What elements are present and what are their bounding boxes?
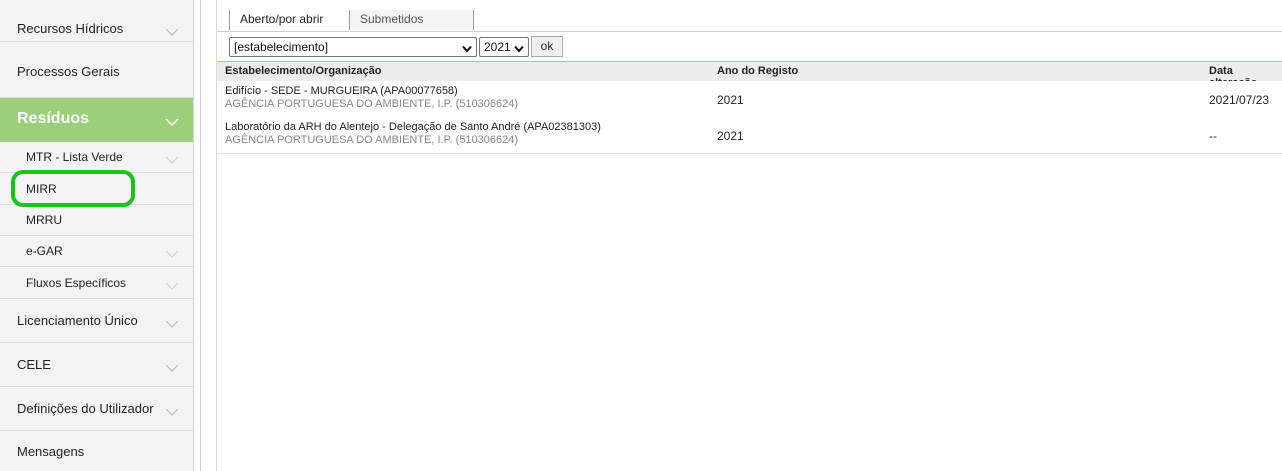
sidebar-item-label: MRRU bbox=[26, 213, 62, 227]
chevron-down-icon bbox=[165, 282, 179, 296]
sidebar-item-label: Recursos Hídricos bbox=[17, 21, 124, 36]
table-header: Estabelecimento/Organização Ano do Regis… bbox=[217, 61, 1282, 89]
divider bbox=[200, 0, 201, 471]
sidebar-item-mensagens[interactable]: Mensagens bbox=[0, 431, 193, 471]
sidebar-item-residuos[interactable]: Resíduos bbox=[0, 98, 193, 142]
sidebar-item-label: Resíduos bbox=[17, 110, 90, 127]
row-organization: AGÊNCIA PORTUGUESA DO AMBIENTE, I.P. (51… bbox=[225, 98, 519, 110]
chevron-down-icon bbox=[165, 28, 179, 42]
sidebar-item-recursos-hidricos[interactable]: Recursos Hídricos bbox=[0, 0, 193, 42]
filter-bar: [estabelecimento] 2021 ok bbox=[217, 31, 1282, 62]
highlight-annotation bbox=[11, 170, 135, 207]
sidebar-item-label: MTR - Lista Verde bbox=[26, 150, 123, 164]
sidebar-item-label: Mensagens bbox=[17, 444, 85, 459]
column-header-ano[interactable]: Ano do Registo bbox=[717, 65, 798, 77]
row-date: 2021/07/23 bbox=[1209, 93, 1270, 107]
sidebar-item-label: CELE bbox=[17, 357, 51, 372]
row-year: 2021 bbox=[717, 129, 744, 143]
sidebar-item-definicoes-do-utilizador[interactable]: Definições do Utilizador bbox=[0, 387, 193, 431]
chevron-down-icon bbox=[165, 118, 179, 132]
year-select-value: 2021 bbox=[484, 40, 511, 54]
sidebar-item-label: Processos Gerais bbox=[17, 64, 120, 79]
sidebar-item-label: Definições do Utilizador bbox=[17, 401, 154, 416]
column-header-estabelecimento[interactable]: Estabelecimento/Organização bbox=[225, 65, 382, 77]
year-select[interactable]: 2021 bbox=[479, 37, 529, 57]
chevron-down-icon bbox=[165, 364, 179, 378]
sidebar-item-mrru[interactable]: MRRU bbox=[0, 205, 193, 236]
tab-submetidos[interactable]: Submetidos bbox=[349, 10, 474, 30]
establishment-select-value: [estabelecimento] bbox=[234, 40, 329, 54]
sidebar-item-licenciamento-unico[interactable]: Licenciamento Único bbox=[0, 299, 193, 343]
row-date: -- bbox=[1209, 129, 1217, 143]
sidebar-item-e-gar[interactable]: e-GAR bbox=[0, 236, 193, 267]
chevron-down-icon bbox=[514, 42, 524, 56]
main-content: Aberto/por abrir Submetidos [estabelecim… bbox=[216, 0, 1282, 471]
table-row[interactable]: Laboratório da ARH do Alentejo - Delegaç… bbox=[217, 117, 1282, 154]
sidebar-item-fluxos-especificos[interactable]: Fluxos Específicos bbox=[0, 267, 193, 299]
sidebar-item-label: Licenciamento Único bbox=[17, 313, 138, 328]
sidebar-item-label: e-GAR bbox=[26, 244, 63, 258]
sidebar-item-processos-gerais[interactable]: Processos Gerais bbox=[0, 42, 193, 98]
row-year: 2021 bbox=[717, 93, 744, 107]
chevron-down-icon bbox=[165, 250, 179, 264]
establishment-select[interactable]: [estabelecimento] bbox=[229, 37, 477, 57]
sidebar: Recursos Hídricos Processos Gerais Resíd… bbox=[0, 0, 194, 471]
table-row[interactable]: Edifício - SEDE - MURGUEIRA (APA00077658… bbox=[217, 81, 1282, 118]
row-organization: AGÊNCIA PORTUGUESA DO AMBIENTE, I.P. (51… bbox=[225, 134, 519, 146]
chevron-down-icon bbox=[165, 408, 179, 422]
ok-button[interactable]: ok bbox=[531, 36, 563, 57]
tab-aberto-por-abrir[interactable]: Aberto/por abrir bbox=[229, 10, 349, 30]
sidebar-item-cele[interactable]: CELE bbox=[0, 343, 193, 387]
row-establishment-name[interactable]: Laboratório da ARH do Alentejo - Delegaç… bbox=[225, 121, 601, 133]
sidebar-item-label: Fluxos Específicos bbox=[26, 276, 127, 290]
chevron-down-icon bbox=[165, 156, 179, 170]
chevron-down-icon bbox=[165, 320, 179, 334]
row-establishment-name[interactable]: Edifício - SEDE - MURGUEIRA (APA00077658… bbox=[225, 85, 458, 97]
sidebar-item-mtr-lista-verde[interactable]: MTR - Lista Verde bbox=[0, 142, 193, 173]
chevron-down-icon bbox=[462, 42, 472, 56]
